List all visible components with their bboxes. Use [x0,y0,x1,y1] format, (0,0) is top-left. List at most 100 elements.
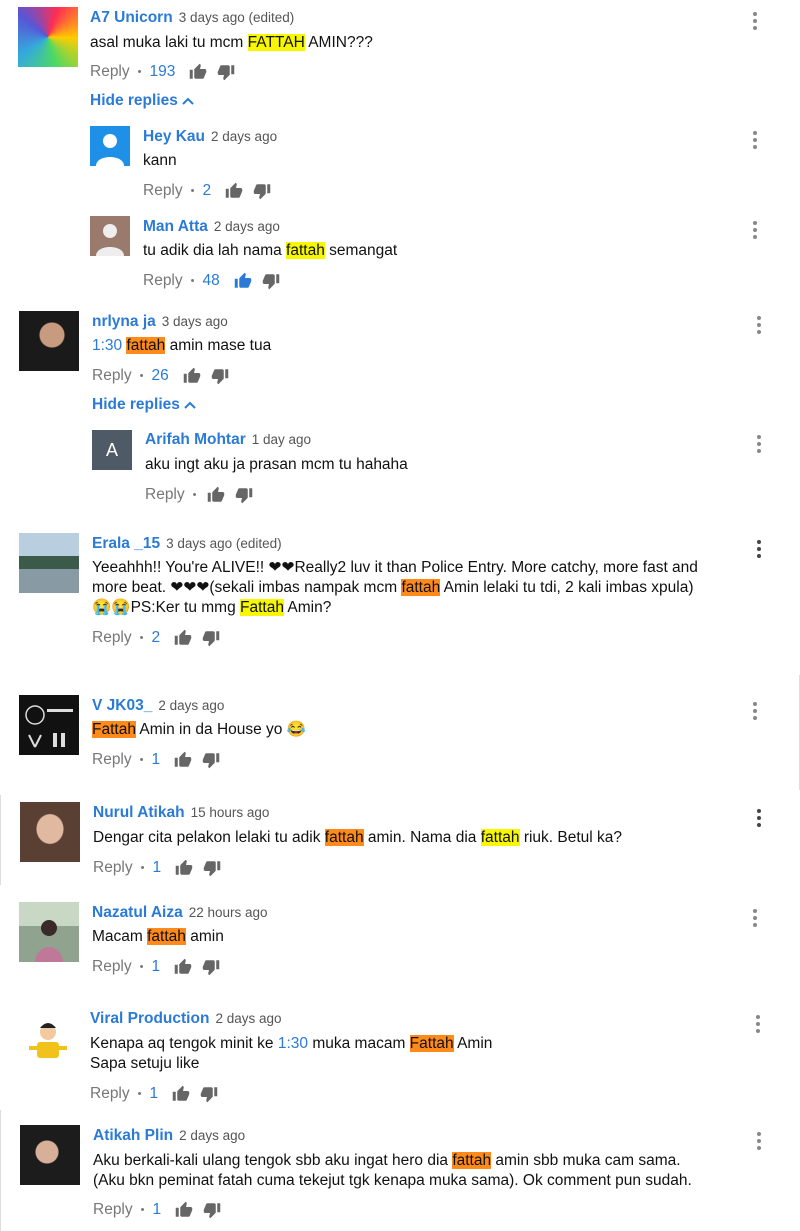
comment-text: Macam fattah amin [92,927,224,947]
comment-author[interactable]: Erala _15 3 days ago (edited) [92,535,282,553]
thumbs-down-icon[interactable] [202,629,220,647]
comment-author[interactable]: Nurul Atikah 15 hours ago [93,804,269,822]
comment-time[interactable]: 3 days ago [162,314,228,329]
comment-time[interactable]: 3 days ago (edited) [179,10,295,25]
comment-time[interactable]: 3 days ago (edited) [166,536,282,551]
avatar[interactable]: A [92,430,132,470]
comment-actions: Reply • 2 [92,629,220,647]
avatar[interactable] [20,802,80,862]
avatar[interactable] [90,216,130,256]
thumbs-up-icon[interactable] [174,629,192,647]
thumbs-up-icon[interactable] [189,63,207,81]
thumbs-up-icon[interactable] [183,367,201,385]
avatar[interactable] [17,1008,77,1068]
comment-author[interactable]: Atikah Plin 2 days ago [93,1127,245,1145]
comment-time[interactable]: 22 hours ago [189,905,268,920]
more-vert-icon[interactable] [752,907,758,927]
avatar[interactable] [19,311,79,371]
thumbs-up-icon[interactable] [175,1201,193,1219]
reply-button[interactable]: Reply [92,751,132,769]
more-vert-icon[interactable] [756,1130,762,1150]
thumbs-down-icon[interactable] [200,1085,218,1103]
timestamp-link[interactable]: 1:30 [92,337,122,354]
comment-time[interactable]: 1 day ago [252,432,311,447]
separator-dot: • [190,275,195,287]
comment-author[interactable]: Hey Kau 2 days ago [143,128,277,146]
reply-button[interactable]: Reply [92,629,132,647]
search-highlight-current: fattah [126,337,166,354]
thumbs-up-icon[interactable] [174,958,192,976]
more-vert-icon[interactable] [752,700,758,720]
avatar[interactable] [20,1125,80,1185]
thumbs-down-icon[interactable] [202,958,220,976]
search-highlight-current: fattah [452,1152,492,1169]
person-photo-icon [35,920,63,962]
reply-button[interactable]: Reply [145,486,185,504]
avatar[interactable] [19,533,79,593]
thumbs-down-icon[interactable] [211,367,229,385]
comment-actions: Reply • [145,486,253,504]
more-vert-icon[interactable] [752,219,758,239]
thumbs-down-icon[interactable] [217,63,235,81]
hide-replies-button[interactable]: Hide replies [90,92,194,110]
reply-button[interactable]: Reply [90,63,130,81]
thumbs-up-icon[interactable] [207,486,225,504]
comment-author[interactable]: Nazatul Aiza 22 hours ago [92,904,268,922]
more-vert-icon[interactable] [756,807,762,827]
cartoon-avatar-icon [29,1023,67,1058]
reply-button[interactable]: Reply [93,1201,133,1219]
like-count: 48 [202,272,220,289]
timestamp-link[interactable]: 1:30 [278,1035,308,1052]
more-vert-icon[interactable] [752,129,758,149]
more-vert-icon[interactable] [756,314,762,334]
text-segment: amin [185,928,224,945]
more-vert-icon[interactable] [756,538,762,558]
reply-button[interactable]: Reply [93,859,133,877]
thumbs-up-icon[interactable] [174,751,192,769]
reply-button[interactable]: Reply [92,958,132,976]
comment-time[interactable]: 2 days ago [179,1128,245,1143]
separator-dot: • [139,632,144,644]
avatar[interactable] [19,695,79,755]
comment-time[interactable]: 2 days ago [215,1011,281,1026]
hide-replies-button[interactable]: Hide replies [92,396,196,414]
reply-button[interactable]: Reply [92,367,132,385]
thumbs-down-icon[interactable] [202,751,220,769]
thumbs-down-icon[interactable] [235,486,253,504]
more-vert-icon[interactable] [752,10,758,30]
reply-button[interactable]: Reply [143,182,183,200]
reply-button[interactable]: Reply [143,272,183,290]
like-count: 2 [151,629,161,646]
text-segment: asal muka laki tu mcm [90,34,248,51]
comment-time[interactable]: 2 days ago [158,698,224,713]
text-segment: Amin? [283,599,332,616]
comment-actions: Reply • 26 [92,367,229,385]
thumbs-up-icon[interactable] [175,859,193,877]
comment-author[interactable]: Arifah Mohtar 1 day ago [145,431,311,449]
reply-button[interactable]: Reply [90,1085,130,1103]
comment-time[interactable]: 15 hours ago [191,805,270,820]
comment-actions: Reply • 1 [93,1201,221,1219]
divider [0,795,1,885]
thumbs-down-icon[interactable] [203,1201,221,1219]
comment-author[interactable]: V JK03_ 2 days ago [92,697,224,715]
comment-author[interactable]: Man Atta 2 days ago [143,218,280,236]
thumbs-up-icon[interactable] [172,1085,190,1103]
comment-author[interactable]: Viral Production 2 days ago [90,1010,282,1028]
more-vert-icon[interactable] [755,1013,761,1033]
comment-time[interactable]: 2 days ago [214,219,280,234]
avatar[interactable] [18,7,78,67]
comment-author[interactable]: A7 Unicorn 3 days ago (edited) [90,9,294,27]
avatar[interactable] [90,126,130,166]
thumbs-up-icon[interactable] [234,272,252,290]
comment-author[interactable]: nrlyna ja 3 days ago [92,313,228,331]
like-count: 1 [149,1085,159,1102]
thumbs-down-icon[interactable] [203,859,221,877]
thumbs-up-icon[interactable] [225,182,243,200]
thumbs-down-icon[interactable] [253,182,271,200]
comment-time[interactable]: 2 days ago [211,129,277,144]
avatar[interactable] [19,902,79,962]
thumbs-down-icon[interactable] [262,272,280,290]
separator-dot: • [192,489,197,501]
more-vert-icon[interactable] [756,433,762,453]
